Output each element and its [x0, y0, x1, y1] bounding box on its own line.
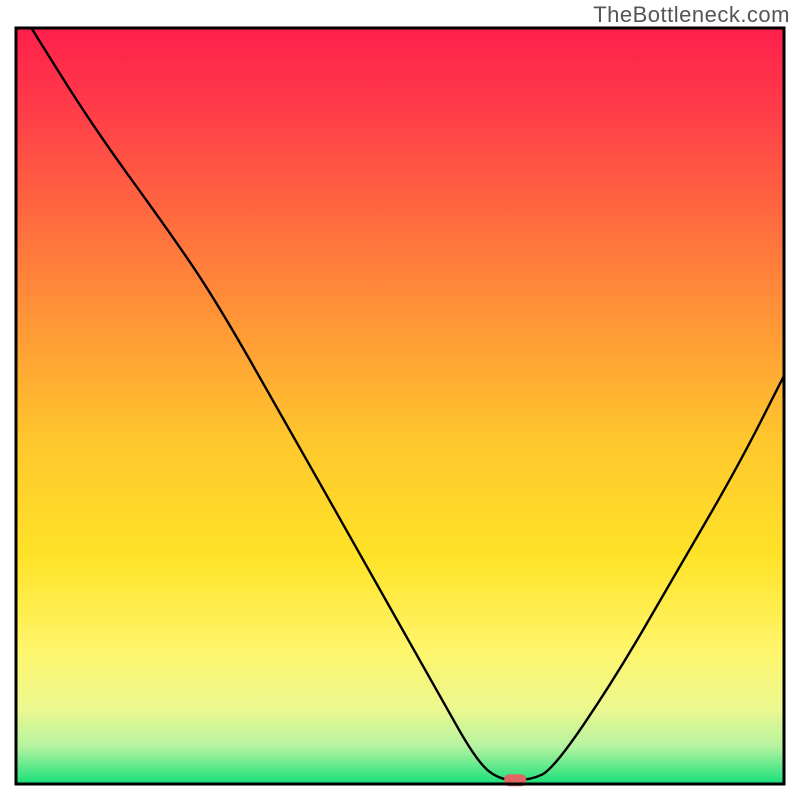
- chart-svg: [0, 0, 800, 800]
- watermark-text: TheBottleneck.com: [593, 2, 790, 28]
- gradient-background: [16, 28, 784, 784]
- bottleneck-chart: TheBottleneck.com: [0, 0, 800, 800]
